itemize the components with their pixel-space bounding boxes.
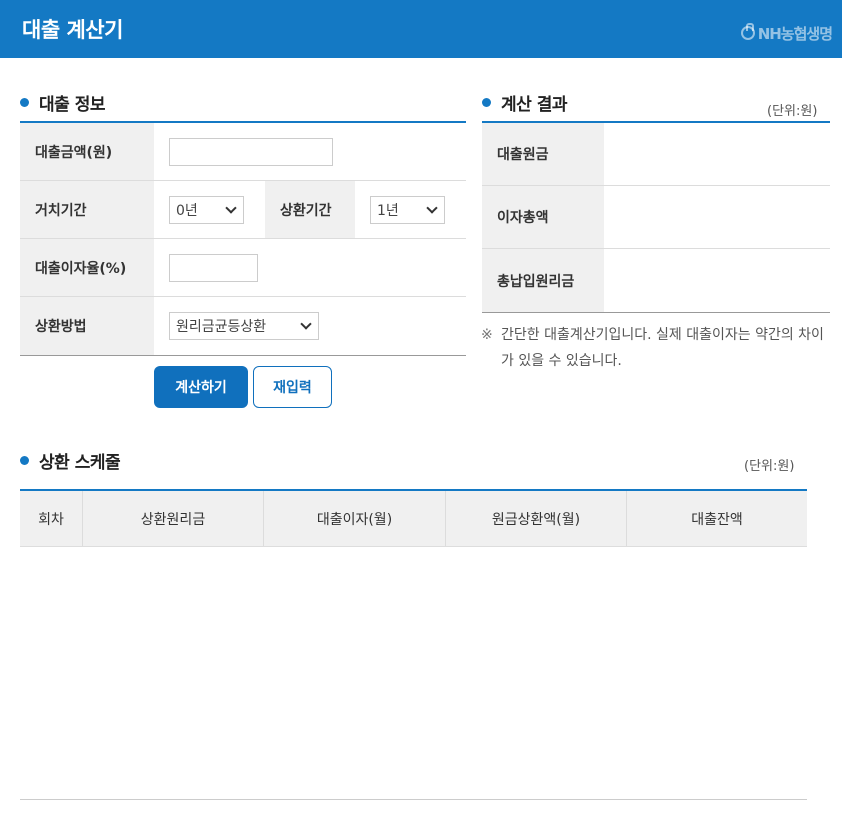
amount-label: 대출금액(원) [20,123,154,180]
chevron-down-icon [426,201,438,214]
result-row: 총납입원리금 [482,249,830,312]
method-select[interactable]: 원리금균등상환 [169,312,319,340]
note-mark-icon: ※ [481,327,493,343]
bullet-icon [20,98,29,107]
result-unit: (단위:원) [767,104,818,119]
page-title: 대출 계산기 [22,18,123,42]
app-header: 대출 계산기 NH농협생명 [0,0,842,58]
schedule-header-row: 회차 상환원리금 대출이자(월) 원금상환액(월) 대출잔액 [20,491,807,546]
repay-period-select[interactable]: 1년 [370,195,445,224]
repay-period-label: 상환기간 [265,181,355,238]
grace-period-label: 거치기간 [20,181,154,238]
col-round: 회차 [38,511,64,528]
total-interest-label: 이자총액 [482,186,604,248]
repay-period-value: 1년 [377,202,399,219]
period-row: 거치기간 0년 상환기간 1년 [20,181,466,239]
method-label: 상환방법 [20,297,154,355]
result-row: 이자총액 [482,186,830,249]
grace-period-select[interactable]: 0년 [169,195,244,224]
grace-period-value: 0년 [176,202,198,219]
schedule-title: 상환 스케줄 [20,448,121,473]
reset-button[interactable]: 재입력 [253,366,332,408]
bullet-icon [20,456,29,465]
calculate-button[interactable]: 계산하기 [154,366,248,408]
col-payment: 상환원리금 [82,491,263,546]
amount-row: 대출금액(원) [20,123,466,181]
col-interest: 대출이자(월) [263,491,445,546]
result-table: 대출원금 이자총액 총납입원리금 [482,121,830,313]
col-balance: 대출잔액 [626,491,807,546]
bottom-divider [20,799,807,800]
rate-input[interactable] [169,253,258,282]
total-interest-value [604,186,830,248]
brand-logo: NH농협생명 [740,22,833,44]
result-title-text: 계산 결과 [501,95,567,115]
loan-info-title: 대출 정보 [20,90,105,115]
result-row: 대출원금 [482,123,830,186]
result-title: 계산 결과 [482,90,567,115]
chevron-down-icon [300,318,312,330]
schedule-unit: (단위:원) [744,459,795,474]
total-payment-label: 총납입원리금 [482,249,604,312]
brand-logo-text: NH농협생명 [757,24,833,43]
nh-logo-icon [740,23,755,40]
method-value: 원리금균등상환 [176,319,267,335]
method-row: 상환방법 원리금균등상환 [20,297,466,355]
loan-info-title-text: 대출 정보 [39,95,105,115]
amount-input[interactable] [169,137,333,166]
rate-row: 대출이자율(%) [20,239,466,297]
bullet-icon [482,98,491,107]
schedule-table: 회차 상환원리금 대출이자(월) 원금상환액(월) 대출잔액 [20,489,807,547]
chevron-down-icon [225,201,237,214]
loan-info-table: 대출금액(원) 거치기간 0년 상환기간 1년 대출이자율(%) 상환방법 원리… [20,121,466,356]
schedule-title-text: 상환 스케줄 [39,453,121,473]
disclaimer-note: ※ 간단한 대출계산기입니다. 실제 대출이자는 약간의 차이가 있을 수 있습… [481,322,826,374]
principal-label: 대출원금 [482,123,604,185]
rate-label: 대출이자율(%) [20,239,154,296]
total-payment-value [604,249,830,312]
col-principal: 원금상환액(월) [445,491,626,546]
principal-value [604,123,830,185]
disclaimer-text: 간단한 대출계산기입니다. 실제 대출이자는 약간의 차이가 있을 수 있습니다… [501,327,824,369]
